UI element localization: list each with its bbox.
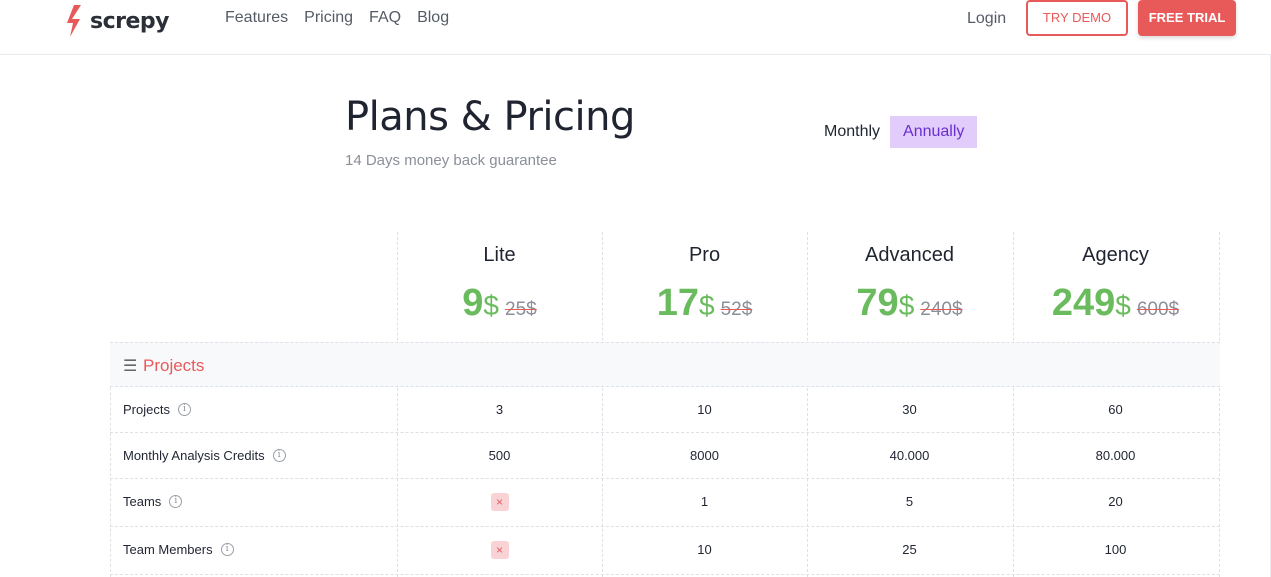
feature-label-text: Monthly Analysis Credits xyxy=(123,448,265,463)
feature-label: Monthly Analysis Credits i xyxy=(123,448,286,463)
page-title: Plans & Pricing xyxy=(345,94,635,140)
price-currency: $ xyxy=(699,290,715,321)
feature-value: 3 xyxy=(495,402,504,417)
price-currency: $ xyxy=(483,290,499,321)
price-value: 79 xyxy=(856,282,899,324)
plan-name-pro: Pro xyxy=(688,244,721,266)
nav-features[interactable]: Features xyxy=(225,9,288,27)
menu-lines-icon: ☰ xyxy=(123,358,138,375)
toggle-monthly[interactable]: Monthly xyxy=(814,116,890,148)
feature-value: 25 xyxy=(902,542,917,557)
feature-value: 10 xyxy=(697,542,712,557)
feature-row-team-members: Team Members i × 10 25 100 xyxy=(110,527,1220,575)
plan-price-lite: 9$ 25$ xyxy=(397,282,602,325)
nav-blog[interactable]: Blog xyxy=(417,9,449,27)
section-label: Projects xyxy=(143,356,205,375)
nav-pricing[interactable]: Pricing xyxy=(304,9,353,27)
feature-value: 10 xyxy=(697,402,712,417)
plan-price-pro: 17$ 52$ xyxy=(602,282,807,325)
top-navbar: screpy Features Pricing FAQ Blog Login T… xyxy=(0,0,1271,55)
brand-logo[interactable]: screpy xyxy=(66,4,170,38)
price-value: 17 xyxy=(656,282,699,324)
free-trial-button[interactable]: FREE TRIAL xyxy=(1138,0,1236,36)
feature-value: 60 xyxy=(1108,402,1123,417)
section-projects[interactable]: ☰ Projects xyxy=(110,342,1220,387)
plan-price-agency: 249$ 600$ xyxy=(1013,282,1218,325)
feature-row-monthly-analysis-credits: Monthly Analysis Credits i 500 8000 40.00… xyxy=(110,433,1220,479)
feature-label: Projects i xyxy=(123,402,191,417)
info-icon[interactable]: i xyxy=(169,495,183,508)
old-price: 240$ xyxy=(920,299,963,320)
feature-value: × xyxy=(397,541,602,559)
price-currency: $ xyxy=(898,290,915,321)
info-icon[interactable]: i xyxy=(272,449,286,462)
login-link[interactable]: Login xyxy=(967,10,1006,28)
nav-faq[interactable]: FAQ xyxy=(369,9,401,27)
main-nav: Features Pricing FAQ Blog xyxy=(225,9,465,27)
plan-name-advanced: Advanced xyxy=(865,244,954,266)
feature-value: 500 xyxy=(488,448,511,463)
old-price: 25$ xyxy=(505,299,537,320)
feature-label: Team Members i xyxy=(123,542,234,557)
feature-value: 80.000 xyxy=(1095,448,1136,463)
feature-value: 20 xyxy=(1108,494,1123,509)
feature-label-text: Projects xyxy=(123,402,170,417)
screpy-logo-icon xyxy=(67,5,81,37)
feature-value: 100 xyxy=(1104,542,1127,557)
price-value: 9 xyxy=(462,282,484,324)
feature-value: 40.000 xyxy=(889,448,930,463)
plan-price-advanced: 79$ 240$ xyxy=(807,282,1012,325)
feature-value: 30 xyxy=(902,402,917,417)
feature-value: 5 xyxy=(905,494,914,509)
feature-value: 8000 xyxy=(690,448,719,463)
not-included-icon: × xyxy=(490,493,509,511)
try-demo-button[interactable]: TRY DEMO xyxy=(1026,0,1128,36)
page-subtitle: 14 Days money back guarantee xyxy=(345,152,557,169)
feature-value: 1 xyxy=(700,494,709,509)
not-included-icon: × xyxy=(490,541,509,559)
feature-label: Teams i xyxy=(123,494,183,509)
old-price: 52$ xyxy=(720,299,753,320)
feature-label-text: Teams xyxy=(123,494,162,509)
billing-toggle: Monthly Annually xyxy=(814,116,978,148)
brand-name: screpy xyxy=(90,8,170,34)
price-value: 249 xyxy=(1051,282,1116,324)
feature-row-projects: Projects i 3 10 30 60 xyxy=(110,387,1220,433)
info-icon[interactable]: i xyxy=(220,543,234,556)
plan-name-lite: Lite xyxy=(483,244,516,266)
old-price: 600$ xyxy=(1136,299,1180,320)
plan-name-agency: Agency xyxy=(1082,244,1149,266)
price-currency: $ xyxy=(1115,290,1131,321)
toggle-annually[interactable]: Annually xyxy=(890,116,978,148)
info-icon[interactable]: i xyxy=(177,403,191,416)
feature-value: × xyxy=(397,493,602,511)
feature-label-text: Team Members xyxy=(123,542,213,557)
feature-row-teams: Teams i × 1 5 20 xyxy=(110,479,1220,527)
